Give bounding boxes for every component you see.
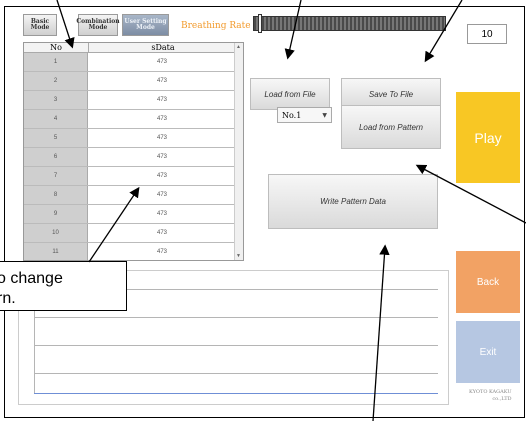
load-from-pattern-button[interactable]: Load from Pattern	[341, 105, 441, 149]
write-pattern-data-button[interactable]: Write Pattern Data	[268, 174, 438, 229]
basic-mode-button[interactable]: Basic Mode	[23, 14, 57, 36]
cell-no: 11	[24, 243, 88, 260]
play-button[interactable]: Play	[456, 92, 520, 183]
table-header: No sData	[24, 43, 243, 53]
breathing-rate-value: 10	[467, 24, 507, 44]
table-row[interactable]: 9 473	[24, 205, 243, 224]
scroll-up-icon[interactable]: ▲	[236, 44, 241, 50]
callout-box: o change rn.	[0, 261, 127, 311]
cell-sdata[interactable]: 473	[88, 148, 236, 166]
cell-no: 4	[24, 110, 88, 128]
cell-sdata[interactable]: 473	[88, 110, 236, 128]
pattern-data-table: No sData 1 473 2 473 3 473 4 473 5 473 6 473 7 473 8 47…	[23, 42, 244, 261]
callout-line-1: o change	[0, 270, 63, 287]
chart-x-axis	[34, 393, 438, 394]
breathing-rate-label: Breathing Rate	[181, 21, 251, 31]
brand-line-1: KYOTO KAGAKU	[469, 389, 512, 395]
table-row[interactable]: 3 473	[24, 91, 243, 110]
brand-logo: KYOTO KAGAKU co.,LTD	[469, 389, 512, 402]
cell-no: 6	[24, 148, 88, 166]
cell-sdata[interactable]: 473	[88, 129, 236, 147]
table-row[interactable]: 10 473	[24, 224, 243, 243]
slider-thumb[interactable]	[258, 14, 262, 33]
cell-no: 9	[24, 205, 88, 223]
cell-no: 10	[24, 224, 88, 242]
pattern-select[interactable]: No.1 ▼	[277, 107, 332, 123]
cell-sdata[interactable]: 473	[88, 53, 236, 71]
cell-sdata[interactable]: 473	[88, 186, 236, 204]
load-from-file-button[interactable]: Load from File	[250, 78, 330, 110]
table-row[interactable]: 4 473	[24, 110, 243, 129]
cell-no: 3	[24, 91, 88, 109]
chart-gridline	[34, 373, 438, 374]
table-row[interactable]: 5 473	[24, 129, 243, 148]
cell-no: 2	[24, 72, 88, 90]
table-row[interactable]: 1 473	[24, 53, 243, 72]
chart-gridline	[34, 317, 438, 318]
cell-sdata[interactable]: 473	[88, 205, 236, 223]
cell-no: 8	[24, 186, 88, 204]
table-row[interactable]: 7 473	[24, 167, 243, 186]
user-setting-mode-button[interactable]: User Setting Mode	[122, 14, 169, 36]
cell-sdata[interactable]: 473	[88, 167, 236, 185]
cell-no: 5	[24, 129, 88, 147]
exit-button[interactable]: Exit	[456, 321, 520, 383]
scroll-down-icon[interactable]: ▼	[236, 253, 241, 259]
combination-mode-button[interactable]: Combination Mode	[76, 14, 120, 36]
column-header-no: No	[24, 43, 89, 53]
pattern-select-value: No.1	[282, 110, 302, 120]
table-row[interactable]: 2 473	[24, 72, 243, 91]
back-button[interactable]: Back	[456, 251, 520, 313]
chart-gridline	[34, 345, 438, 346]
chevron-down-icon: ▼	[322, 111, 327, 119]
table-row[interactable]: 11 473	[24, 243, 243, 260]
cell-sdata[interactable]: 473	[88, 91, 236, 109]
table-row[interactable]: 6 473	[24, 148, 243, 167]
table-body: 1 473 2 473 3 473 4 473 5 473 6 473 7 473 8 473 9 473 10 47…	[24, 53, 243, 260]
table-row[interactable]: 8 473	[24, 186, 243, 205]
brand-line-2: co.,LTD	[492, 395, 512, 402]
cell-no: 7	[24, 167, 88, 185]
cell-sdata[interactable]: 473	[88, 243, 236, 260]
table-scrollbar[interactable]: ▲ ▼	[234, 43, 243, 260]
cell-sdata[interactable]: 473	[88, 72, 236, 90]
column-header-sdata: sData	[89, 43, 237, 53]
callout-line-2: rn.	[0, 290, 16, 307]
breathing-rate-slider[interactable]	[253, 16, 446, 31]
cell-sdata[interactable]: 473	[88, 224, 236, 242]
cell-no: 1	[24, 53, 88, 71]
